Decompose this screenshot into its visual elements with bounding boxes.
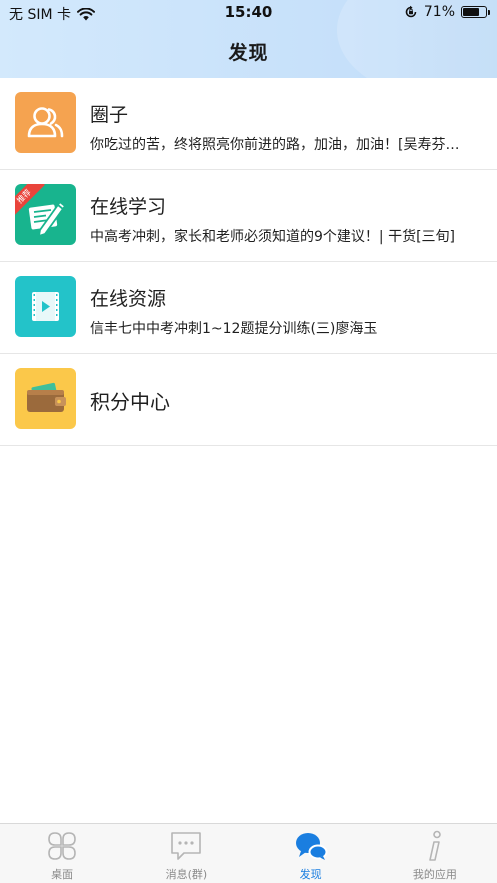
header: 无 SIM 卡 15:40 71% 发现 bbox=[0, 0, 497, 78]
tab-my-apps[interactable]: 我的应用 bbox=[373, 824, 497, 883]
item-title: 圈子 bbox=[90, 104, 129, 126]
tab-label: 我的应用 bbox=[412, 868, 457, 881]
battery-fill bbox=[463, 8, 479, 16]
item-subtitle: 信丰七中中考冲刺1~12题提分训练(三)廖海玉 bbox=[90, 321, 378, 337]
tab-messages[interactable]: 消息(群) bbox=[124, 824, 248, 883]
tab-discover[interactable]: 发现 bbox=[249, 824, 373, 883]
item-subtitle: 中高考冲刺，家长和老师必须知道的9个建议！| 干货[三旬] bbox=[90, 229, 455, 245]
discover-list: 圈子 你吃过的苦，终将照亮你前进的路，加油，加油！[吴寿芬… 推荐 在线学习 中… bbox=[0, 78, 497, 446]
bottom-tab-bar: 桌面 消息(群) 发现 我的应用 bbox=[0, 823, 497, 883]
desktop-icon bbox=[48, 832, 76, 860]
list-item-circle[interactable]: 圈子 你吃过的苦，终将照亮你前进的路，加油，加油！[吴寿芬… bbox=[0, 78, 497, 170]
item-subtitle: 你吃过的苦，终将照亮你前进的路，加油，加油！[吴寿芬… bbox=[90, 137, 460, 153]
video-icon bbox=[32, 292, 59, 321]
battery-icon bbox=[461, 6, 490, 18]
discover-icon bbox=[295, 833, 328, 860]
list-item-online-learning[interactable]: 推荐 在线学习 中高考冲刺，家长和老师必须知道的9个建议！| 干货[三旬] bbox=[0, 170, 497, 262]
people-icon bbox=[27, 107, 64, 138]
list-item-points-center[interactable]: 积分中心 bbox=[0, 354, 497, 446]
item-title: 在线资源 bbox=[90, 288, 167, 310]
tab-desktop[interactable]: 桌面 bbox=[0, 824, 124, 883]
points-icon-tile bbox=[15, 368, 76, 429]
resources-icon-tile bbox=[15, 276, 76, 337]
page-title: 发现 bbox=[228, 42, 269, 64]
list-item-online-resources[interactable]: 在线资源 信丰七中中考冲刺1~12题提分训练(三)廖海玉 bbox=[0, 262, 497, 354]
tab-label: 桌面 bbox=[51, 868, 74, 881]
circle-icon-tile bbox=[15, 92, 76, 153]
tab-label: 消息(群) bbox=[165, 868, 208, 881]
item-title: 积分中心 bbox=[90, 390, 170, 414]
status-bar: 无 SIM 卡 15:40 71% bbox=[0, 0, 497, 26]
info-icon bbox=[429, 830, 441, 861]
tab-label: 发现 bbox=[299, 868, 322, 881]
learning-icon-tile: 推荐 bbox=[15, 184, 76, 245]
item-title: 在线学习 bbox=[90, 196, 167, 218]
status-right-group: 71% bbox=[404, 4, 490, 20]
battery-percent: 71% bbox=[423, 4, 455, 20]
rotation-lock-icon bbox=[405, 5, 417, 18]
message-icon bbox=[171, 832, 202, 860]
wallet-icon bbox=[27, 382, 66, 412]
